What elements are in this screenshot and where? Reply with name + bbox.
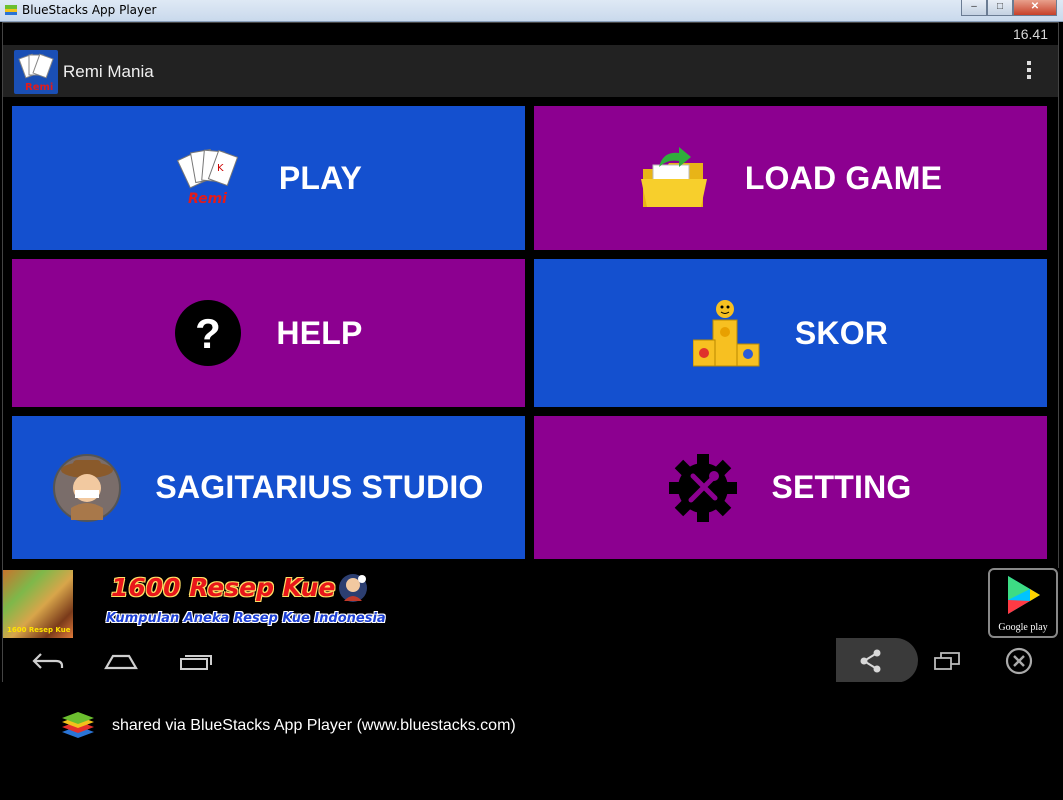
app-icon[interactable]: Remi <box>14 50 58 94</box>
overflow-menu-icon[interactable] <box>1026 61 1032 83</box>
share-button[interactable] <box>836 638 918 683</box>
podium-icon <box>692 300 760 367</box>
bluestacks-logo-icon <box>62 712 94 738</box>
playing-cards-icon: Remi <box>18 53 54 93</box>
skor-button[interactable]: SKOR <box>534 259 1047 407</box>
close-circle-icon <box>1005 647 1033 674</box>
app-icon-text: Remi <box>25 82 53 93</box>
share-footer: shared via BlueStacks App Player (www.bl… <box>0 682 1063 800</box>
bluestacks-logo-icon <box>5 5 17 15</box>
close-window-button[interactable]: ✕ <box>1013 0 1057 16</box>
home-button[interactable] <box>98 638 144 683</box>
window-title: BlueStacks App Player <box>22 3 157 17</box>
google-play-icon <box>1008 576 1040 614</box>
screen: BlueStacks App Player – □ ✕ 16.41 Remi R… <box>0 0 1063 800</box>
window-resize-button[interactable] <box>927 638 967 683</box>
action-bar: Remi Remi Mania <box>3 45 1058 97</box>
playing-cards-icon: K Remi <box>176 148 239 207</box>
setting-label: SETTING <box>771 469 912 505</box>
ad-mascot-icon <box>339 574 367 602</box>
close-app-button[interactable] <box>1001 638 1037 683</box>
setting-button[interactable]: SETTING <box>534 416 1047 559</box>
maximize-button[interactable]: □ <box>987 0 1013 16</box>
google-play-badge[interactable]: Google play <box>988 568 1058 638</box>
help-icon-text: ? <box>196 310 222 357</box>
minimize-button[interactable]: – <box>961 0 987 16</box>
share-icon <box>860 649 881 673</box>
play-icon-text: Remi <box>188 191 227 207</box>
sagitarius-studio-button[interactable]: SAGITARIUS STUDIO <box>12 416 525 559</box>
ad-title[interactable]: 1600 Resep Kue <box>111 573 335 602</box>
window-controls: – □ ✕ <box>961 0 1057 16</box>
back-button[interactable] <box>25 638 71 683</box>
load-game-label: LOAD GAME <box>744 159 943 196</box>
recents-icon <box>180 654 212 670</box>
ad-thumbnail[interactable]: 1600 Resep Kue <box>3 570 73 638</box>
home-icon <box>104 654 138 669</box>
gear-icon <box>669 453 738 522</box>
studio-mascot-icon <box>53 453 122 522</box>
recents-button[interactable] <box>173 638 219 683</box>
status-clock: 16.41 <box>1012 26 1048 42</box>
folder-icon <box>640 147 707 207</box>
window-titlebar: BlueStacks App Player – □ ✕ <box>0 0 1063 22</box>
ad-thumbnail-text: 1600 Resep Kue <box>7 626 71 634</box>
ad-banner[interactable]: 1600 Resep Kue 1600 Resep Kue Kumpulan A… <box>3 568 1060 638</box>
status-bar: 16.41 <box>3 23 1058 45</box>
navigation-bar <box>3 638 1060 683</box>
skor-label: SKOR <box>794 314 889 351</box>
window-resize-icon <box>934 651 960 670</box>
question-icon: ? <box>175 300 242 366</box>
load-game-button[interactable]: LOAD GAME <box>534 106 1047 250</box>
google-play-text: Google play <box>998 622 1048 633</box>
play-label: PLAY <box>278 159 363 196</box>
app-title: Remi Mania <box>63 62 154 81</box>
help-label: HELP <box>276 314 363 351</box>
footer-share-text: shared via BlueStacks App Player (www.bl… <box>112 717 516 734</box>
play-button[interactable]: K Remi PLAY <box>12 106 525 250</box>
studio-label: SAGITARIUS STUDIO <box>155 469 484 505</box>
svg-text:K: K <box>217 163 224 174</box>
ad-subtitle[interactable]: Kumpulan Aneka Resep Kue Indonesia <box>106 611 386 626</box>
help-button[interactable]: ? HELP <box>12 259 525 407</box>
back-icon <box>32 652 64 669</box>
android-screen: 16.41 Remi Remi Mania K Remi PLAY LOAD G… <box>2 22 1060 683</box>
